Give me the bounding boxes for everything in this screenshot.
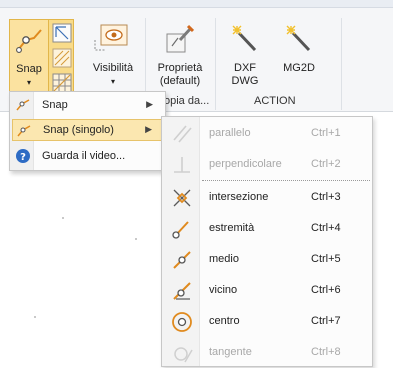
properties-label-line1[interactable]: Proprietà: [150, 62, 210, 74]
shortcut-label: Ctrl+5: [311, 253, 341, 265]
submenu-item-centro[interactable]: centro Ctrl+7: [162, 306, 372, 337]
snap-ribbon-button[interactable]: Snap ▾: [9, 19, 74, 98]
submenu-item-label: perpendicolare: [209, 158, 282, 170]
submenu-item-label: vicino: [209, 284, 238, 296]
snap-icon: [16, 29, 42, 53]
magic-wand-icon[interactable]: [229, 24, 259, 54]
group-label-copy: opia da...: [164, 95, 210, 107]
chevron-down-icon: ▾: [26, 78, 31, 87]
center-icon: [172, 312, 192, 332]
menu-item-label: Snap: [42, 99, 68, 111]
snap-dropdown-menu: Snap ▶ Snap (singolo) ▶ ? Guarda il vide…: [9, 91, 166, 171]
snap-corner-icon[interactable]: [51, 22, 73, 44]
properties-icon[interactable]: [164, 24, 194, 56]
tangent-icon: [174, 347, 193, 363]
snap-button-label: Snap: [16, 63, 42, 75]
shortcut-label: Ctrl+1: [311, 127, 341, 139]
submenu-item-medio[interactable]: medio Ctrl+5: [162, 244, 372, 275]
midpoint-icon: [173, 251, 191, 269]
dxf-dwg-label-line1[interactable]: DXF: [222, 62, 268, 74]
shortcut-label: Ctrl+6: [311, 284, 341, 296]
submenu-item-estremita[interactable]: estremità Ctrl+4: [162, 213, 372, 244]
parallel-icon: [173, 125, 192, 143]
svg-text:?: ?: [20, 152, 26, 163]
snap-hatch-icon[interactable]: [51, 47, 73, 69]
mg2d-label[interactable]: MG2D: [276, 62, 322, 74]
submenu-item-label: centro: [209, 315, 240, 327]
window-title-bar: [0, 0, 393, 8]
shortcut-label: Ctrl+4: [311, 222, 341, 234]
snap-icon: [16, 99, 30, 111]
menu-separator: [202, 180, 370, 181]
submenu-item-perpendicolare[interactable]: perpendicolare Ctrl+2: [162, 149, 372, 180]
dxf-dwg-label-line2[interactable]: DWG: [222, 75, 268, 87]
ribbon-separator: [341, 18, 342, 110]
canvas-dot: [34, 316, 36, 318]
visibility-button-label[interactable]: Visibilità: [86, 62, 140, 74]
chevron-right-icon: ▶: [145, 124, 152, 134]
submenu-item-intersezione[interactable]: intersezione Ctrl+3: [162, 182, 372, 213]
submenu-item-vicino[interactable]: vicino Ctrl+6: [162, 275, 372, 306]
chevron-right-icon: ▶: [146, 99, 153, 109]
shortcut-label: Ctrl+2: [311, 158, 341, 170]
chevron-down-icon: ▾: [110, 77, 115, 86]
snap-singolo-submenu: parallelo Ctrl+1 perpendicolare Ctrl+2 i…: [161, 116, 373, 367]
menu-item-snap-singolo[interactable]: Snap (singolo) ▶: [12, 119, 163, 141]
help-icon: ?: [16, 149, 30, 163]
snap-main-button[interactable]: Snap ▾: [10, 20, 49, 98]
magic-wand-icon[interactable]: [283, 24, 313, 54]
shortcut-label: Ctrl+7: [311, 315, 341, 327]
ribbon-separator: [215, 18, 216, 110]
intersection-icon: [173, 189, 191, 207]
submenu-item-label: intersezione: [209, 191, 269, 203]
nearest-icon: [173, 282, 191, 300]
submenu-item-label: estremità: [209, 222, 255, 234]
submenu-item-tangente[interactable]: tangente Ctrl+8: [162, 337, 372, 368]
endpoint-icon: [172, 221, 189, 239]
canvas-dot: [135, 238, 137, 240]
submenu-item-label: tangente: [209, 346, 252, 358]
submenu-item-label: medio: [209, 253, 239, 265]
perpendicular-icon: [174, 157, 190, 173]
visibility-icon[interactable]: [93, 22, 131, 52]
submenu-item-parallelo[interactable]: parallelo Ctrl+1: [162, 118, 372, 149]
group-label-action: ACTION: [254, 95, 296, 107]
properties-label-line2[interactable]: (default): [150, 75, 210, 87]
menu-item-snap[interactable]: Snap ▶: [12, 94, 163, 116]
menu-item-label: Snap (singolo): [43, 124, 114, 136]
canvas-dot: [62, 217, 64, 219]
menu-item-guarda-video[interactable]: ? Guarda il video...: [12, 145, 163, 167]
snap-single-icon: [17, 125, 31, 137]
submenu-item-label: parallelo: [209, 127, 251, 139]
shortcut-label: Ctrl+8: [311, 346, 341, 358]
menu-item-label: Guarda il video...: [42, 150, 126, 162]
shortcut-label: Ctrl+3: [311, 191, 341, 203]
